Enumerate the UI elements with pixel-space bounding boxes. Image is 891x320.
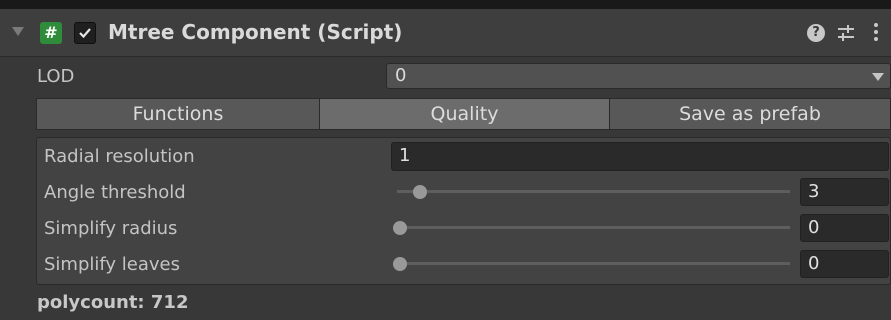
tab-save-as-prefab[interactable]: Save as prefab (609, 98, 891, 130)
angle-threshold-field[interactable]: 3 (800, 178, 889, 206)
component-enabled-checkbox[interactable] (74, 22, 96, 44)
component-header[interactable]: # Mtree Component (Script) ? (0, 9, 891, 57)
angle-threshold-slider-track[interactable] (397, 190, 790, 193)
tab-functions[interactable]: Functions (36, 98, 320, 130)
angle-threshold-slider-thumb[interactable] (412, 185, 427, 199)
radial-resolution-label: Radial resolution (44, 146, 195, 167)
script-icon: # (40, 22, 62, 44)
help-icon[interactable]: ? (807, 24, 825, 42)
dropdown-arrow-icon (872, 73, 884, 81)
lod-dropdown[interactable]: 0 (386, 63, 891, 89)
lod-label: LOD (37, 66, 75, 87)
window-top-strip (0, 0, 891, 9)
simplify-radius-slider-track[interactable] (397, 226, 790, 229)
tab-quality[interactable]: Quality (319, 98, 610, 130)
component-title: Mtree Component (Script) (108, 20, 403, 44)
polycount-text: polycount: 712 (37, 292, 189, 313)
angle-threshold-label: Angle threshold (44, 182, 186, 203)
simplify-radius-label: Simplify radius (44, 218, 178, 239)
simplify-leaves-field[interactable]: 0 (800, 250, 889, 278)
simplify-leaves-slider-track[interactable] (397, 262, 790, 265)
simplify-radius-slider-thumb[interactable] (393, 221, 407, 235)
simplify-radius-field[interactable]: 0 (800, 214, 889, 242)
context-menu-icon[interactable] (874, 23, 878, 44)
tab-bar: Functions Quality Save as prefab (36, 98, 891, 130)
simplify-leaves-label: Simplify leaves (44, 254, 180, 275)
lod-dropdown-value: 0 (395, 65, 407, 86)
simplify-leaves-slider-thumb[interactable] (393, 257, 407, 271)
radial-resolution-field[interactable]: 1 (391, 142, 889, 171)
presets-icon[interactable] (836, 23, 856, 47)
foldout-triangle-icon[interactable] (12, 27, 24, 36)
